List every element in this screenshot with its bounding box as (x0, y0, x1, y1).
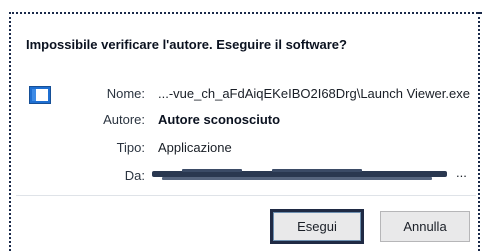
type-label: Tipo: (116, 140, 145, 155)
cancel-button[interactable]: Annulla (380, 211, 470, 242)
name-label: Nome: (106, 86, 145, 101)
security-warning-dialog: Impossibile verificare l'autore. Eseguir… (0, 0, 482, 251)
type-value: Applicazione (158, 140, 232, 155)
publisher-value: Autore sconosciuto (158, 112, 281, 127)
dialog-heading: Impossibile verificare l'autore. Eseguir… (26, 37, 347, 52)
from-value-ellipsis: ... (456, 165, 467, 180)
dialog-dotted-border-top (9, 12, 482, 14)
run-button-label: Esegui (297, 219, 337, 234)
dialog-dotted-border-right (478, 12, 480, 251)
from-label: Da: (124, 168, 145, 183)
button-area-separator (16, 195, 476, 196)
publisher-label: Autore: (103, 112, 145, 127)
dialog-dotted-border-left (9, 12, 11, 251)
obscured-source-path (152, 169, 447, 180)
application-window-icon (29, 86, 51, 104)
name-value: ...-vue_ch_aFdAiqEKeIBO2I68Drg\Launch Vi… (158, 86, 470, 101)
run-button[interactable]: Esegui (270, 209, 364, 244)
cancel-button-label: Annulla (403, 219, 447, 234)
